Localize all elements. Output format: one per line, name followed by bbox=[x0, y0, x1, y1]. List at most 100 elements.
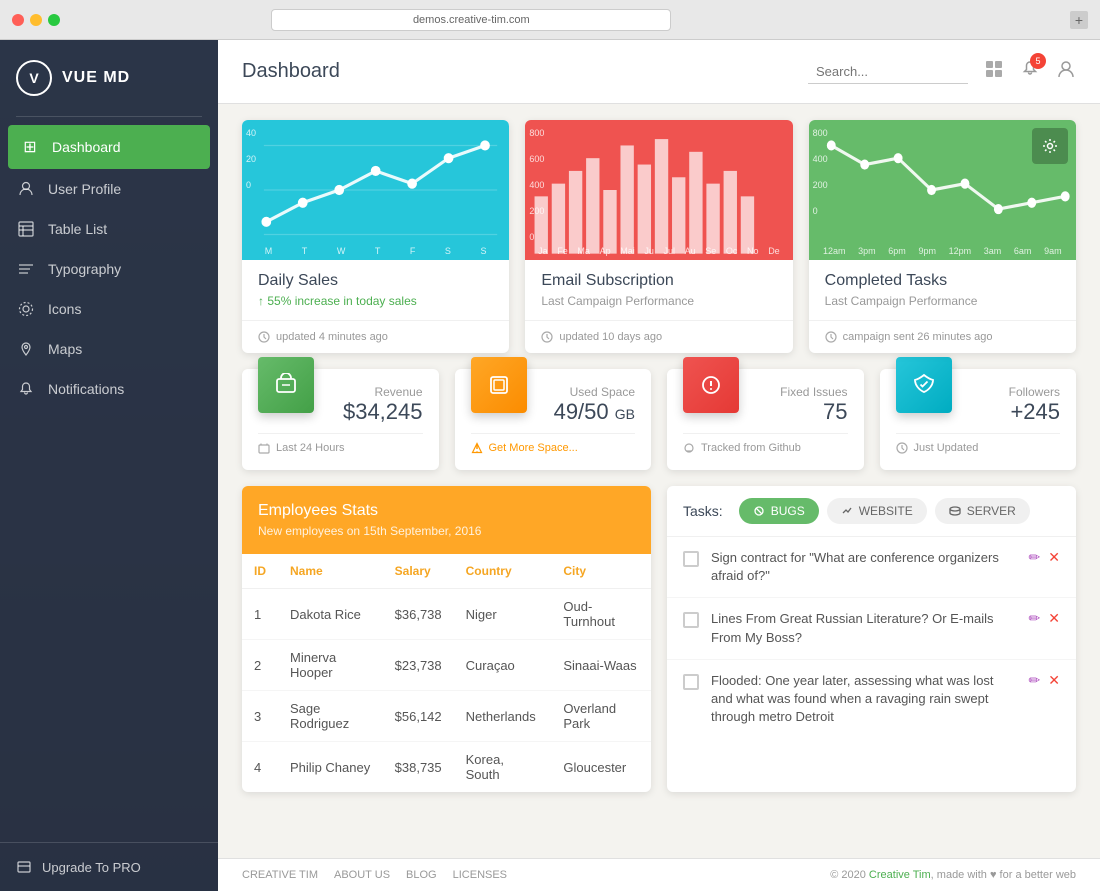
fixed-issues-footer: Tracked from Github bbox=[683, 433, 848, 454]
email-sub-svg bbox=[525, 120, 792, 260]
followers-footer: Just Updated bbox=[896, 433, 1061, 454]
fixed-issues-info: Fixed Issues 75 bbox=[751, 385, 848, 425]
fixed-issues-footer-text: Tracked from Github bbox=[701, 442, 801, 454]
revenue-footer-text: Last 24 Hours bbox=[276, 442, 344, 454]
map-icon bbox=[16, 341, 36, 357]
sidebar-item-typography[interactable]: Typography bbox=[0, 249, 218, 289]
cell-salary: $23,738 bbox=[383, 640, 454, 691]
search-input[interactable] bbox=[808, 60, 968, 84]
sidebar-nav: ⊞ Dashboard User Profile Table List bbox=[0, 117, 218, 842]
cell-city: Overland Park bbox=[551, 691, 651, 742]
cell-country: Netherlands bbox=[454, 691, 552, 742]
followers-value: +245 bbox=[964, 399, 1061, 425]
user-avatar-button[interactable] bbox=[1056, 59, 1076, 84]
website-tab[interactable]: WEBSITE bbox=[827, 498, 927, 524]
content-body: 40 20 0 bbox=[218, 104, 1100, 858]
sidebar-item-icons[interactable]: Icons bbox=[0, 289, 218, 329]
footer-link-licenses[interactable]: LICENSES bbox=[453, 869, 507, 881]
dot-green[interactable] bbox=[48, 14, 60, 26]
followers-top: Followers +245 bbox=[896, 385, 1061, 425]
icons-icon bbox=[16, 301, 36, 317]
task-actions-2: ✏ ✕ bbox=[1029, 672, 1060, 689]
revenue-label: Revenue bbox=[326, 385, 423, 399]
sidebar-item-maps[interactable]: Maps bbox=[0, 329, 218, 369]
top-cards-row: 40 20 0 bbox=[242, 120, 1076, 353]
cell-id: 3 bbox=[242, 691, 278, 742]
sidebar-item-user-profile[interactable]: User Profile bbox=[0, 169, 218, 209]
dot-yellow[interactable] bbox=[30, 14, 42, 26]
used-space-footer-text: Get More Space... bbox=[489, 442, 578, 454]
tasks-x-labels: 12am 3pm 6pm 9pm 12pm 3am 6am 9am bbox=[809, 246, 1076, 256]
server-tab[interactable]: SERVER bbox=[935, 498, 1030, 524]
col-salary: Salary bbox=[383, 554, 454, 589]
revenue-icon bbox=[258, 357, 314, 413]
sidebar-item-notifications[interactable]: Notifications bbox=[0, 369, 218, 409]
sidebar-item-dashboard[interactable]: ⊞ Dashboard bbox=[8, 125, 210, 169]
followers-label: Followers bbox=[964, 385, 1061, 399]
footer-link-blog[interactable]: BLOG bbox=[406, 869, 437, 881]
table-row: 1Dakota Rice$36,738NigerOud-Turnhout bbox=[242, 589, 651, 640]
task-edit-button-2[interactable]: ✏ bbox=[1029, 672, 1041, 689]
task-checkbox-0[interactable] bbox=[683, 551, 699, 567]
notifications-icon bbox=[16, 381, 36, 397]
cell-name: Dakota Rice bbox=[278, 589, 383, 640]
col-country: Country bbox=[454, 554, 552, 589]
grid-icon-button[interactable] bbox=[984, 59, 1004, 84]
task-delete-button-1[interactable]: ✕ bbox=[1048, 610, 1060, 627]
new-tab-button[interactable]: + bbox=[1070, 11, 1088, 29]
tasks-list: Sign contract for "What are conference o… bbox=[667, 537, 1076, 738]
url-bar[interactable]: demos.creative-tim.com bbox=[271, 9, 671, 31]
bottom-row: Employees Stats New employees on 15th Se… bbox=[242, 486, 1076, 792]
header: Dashboard 5 bbox=[218, 40, 1100, 104]
browser-dots bbox=[12, 14, 60, 26]
employees-table-subtitle: New employees on 15th September, 2016 bbox=[258, 524, 635, 538]
cell-salary: $38,735 bbox=[383, 742, 454, 793]
table-body: 1Dakota Rice$36,738NigerOud-Turnhout2Min… bbox=[242, 589, 651, 793]
x-labels: M T W T F S S bbox=[242, 246, 509, 256]
employees-table-card: Employees Stats New employees on 15th Se… bbox=[242, 486, 651, 792]
col-city: City bbox=[551, 554, 651, 589]
task-delete-button-2[interactable]: ✕ bbox=[1048, 672, 1060, 689]
completed-tasks-footer-text: campaign sent 26 minutes ago bbox=[843, 331, 993, 343]
email-sub-title: Email Subscription bbox=[541, 272, 776, 290]
table-header-row: ID Name Salary Country City bbox=[242, 554, 651, 589]
cell-salary: $56,142 bbox=[383, 691, 454, 742]
completed-tasks-title: Completed Tasks bbox=[825, 272, 1060, 290]
header-right: 5 bbox=[808, 59, 1076, 84]
employees-table: ID Name Salary Country City 1Dakota Rice… bbox=[242, 554, 651, 792]
revenue-card: Revenue $34,245 Last 24 Hours bbox=[242, 369, 439, 470]
task-item: Flooded: One year later, assessing what … bbox=[667, 660, 1076, 739]
footer-link-about-us[interactable]: ABOUT US bbox=[334, 869, 390, 881]
gear-icon-button[interactable] bbox=[1032, 128, 1068, 164]
task-checkbox-1[interactable] bbox=[683, 612, 699, 628]
dot-red[interactable] bbox=[12, 14, 24, 26]
nav-label-typography: Typography bbox=[48, 261, 121, 277]
daily-sales-increase: ↑ 55% increase in today sales bbox=[258, 294, 493, 308]
task-item: Lines From Great Russian Literature? Or … bbox=[667, 598, 1076, 659]
task-checkbox-2[interactable] bbox=[683, 674, 699, 690]
cell-country: Korea, South bbox=[454, 742, 552, 793]
footer-link-creative-tim[interactable]: CREATIVE TIM bbox=[242, 869, 318, 881]
email-subscription-chart: 800 600 400 200 0 bbox=[525, 120, 792, 260]
logo-text: VUE MD bbox=[62, 69, 130, 87]
used-space-top: Used Space 49/50 GB bbox=[471, 385, 636, 425]
task-edit-button-1[interactable]: ✏ bbox=[1029, 610, 1041, 627]
upgrade-button[interactable]: Upgrade To PRO bbox=[16, 859, 202, 875]
fixed-issues-label: Fixed Issues bbox=[751, 385, 848, 399]
sidebar-item-table-list[interactable]: Table List bbox=[0, 209, 218, 249]
email-sub-subtitle: Last Campaign Performance bbox=[541, 294, 776, 308]
used-space-card: Used Space 49/50 GB Get More Space... bbox=[455, 369, 652, 470]
completed-tasks-body: Completed Tasks Last Campaign Performanc… bbox=[809, 260, 1076, 320]
bugs-tab[interactable]: BUGS bbox=[739, 498, 819, 524]
followers-info: Followers +245 bbox=[964, 385, 1061, 425]
followers-footer-text: Just Updated bbox=[914, 442, 979, 454]
notification-bell-button[interactable]: 5 bbox=[1020, 59, 1040, 84]
task-edit-button-0[interactable]: ✏ bbox=[1029, 549, 1041, 566]
tasks-header: Tasks: BUGS WEBSITE SERVER bbox=[667, 486, 1076, 537]
tasks-card: Tasks: BUGS WEBSITE SERVER bbox=[667, 486, 1076, 792]
notification-badge: 5 bbox=[1030, 53, 1046, 69]
col-id: ID bbox=[242, 554, 278, 589]
browser-chrome: demos.creative-tim.com + bbox=[0, 0, 1100, 40]
nav-label-icons: Icons bbox=[48, 301, 81, 317]
task-delete-button-0[interactable]: ✕ bbox=[1048, 549, 1060, 566]
